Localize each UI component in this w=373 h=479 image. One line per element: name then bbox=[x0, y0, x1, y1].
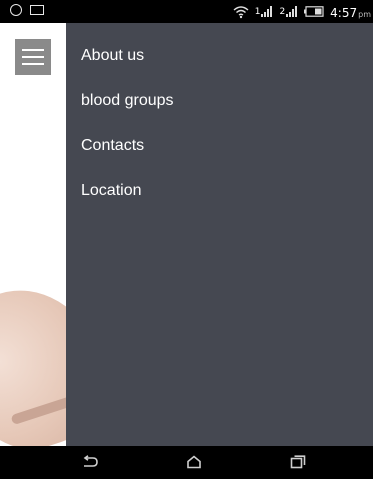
home-button[interactable] bbox=[182, 452, 206, 472]
sim1-label: 1 bbox=[254, 7, 261, 17]
back-icon bbox=[83, 455, 98, 467]
screen-icon bbox=[30, 5, 44, 15]
back-button[interactable] bbox=[78, 452, 102, 472]
recents-icon bbox=[290, 455, 306, 469]
battery-icon bbox=[304, 6, 324, 17]
home-icon bbox=[187, 455, 201, 469]
wifi-icon bbox=[233, 5, 249, 18]
status-time: 4:57 bbox=[330, 6, 358, 20]
drawer-item-about-us[interactable]: About us bbox=[81, 47, 144, 65]
navigation-drawer: About us blood groups Contacts Location bbox=[66, 23, 373, 446]
signal-2-icon: 2 bbox=[279, 6, 298, 17]
signal-1-icon: 1 bbox=[255, 6, 274, 17]
system-nav-bar bbox=[0, 446, 373, 479]
status-ampm: pm bbox=[358, 10, 371, 19]
drawer-item-location[interactable]: Location bbox=[81, 182, 142, 200]
status-right-icons: 1 2 4:57pm bbox=[233, 2, 371, 21]
alarm-icon bbox=[10, 4, 22, 16]
recents-button[interactable] bbox=[286, 452, 310, 472]
hamburger-icon bbox=[22, 49, 44, 51]
hamburger-icon-line bbox=[22, 63, 44, 65]
menu-toggle-button[interactable] bbox=[15, 39, 51, 75]
sim2-label: 2 bbox=[279, 7, 286, 17]
hamburger-icon-line bbox=[22, 56, 44, 58]
drawer-item-contacts[interactable]: Contacts bbox=[81, 137, 144, 155]
drawer-item-blood-groups[interactable]: blood groups bbox=[81, 92, 174, 110]
status-left-icons bbox=[10, 4, 44, 16]
status-bar: 1 2 4:57pm bbox=[0, 0, 373, 23]
